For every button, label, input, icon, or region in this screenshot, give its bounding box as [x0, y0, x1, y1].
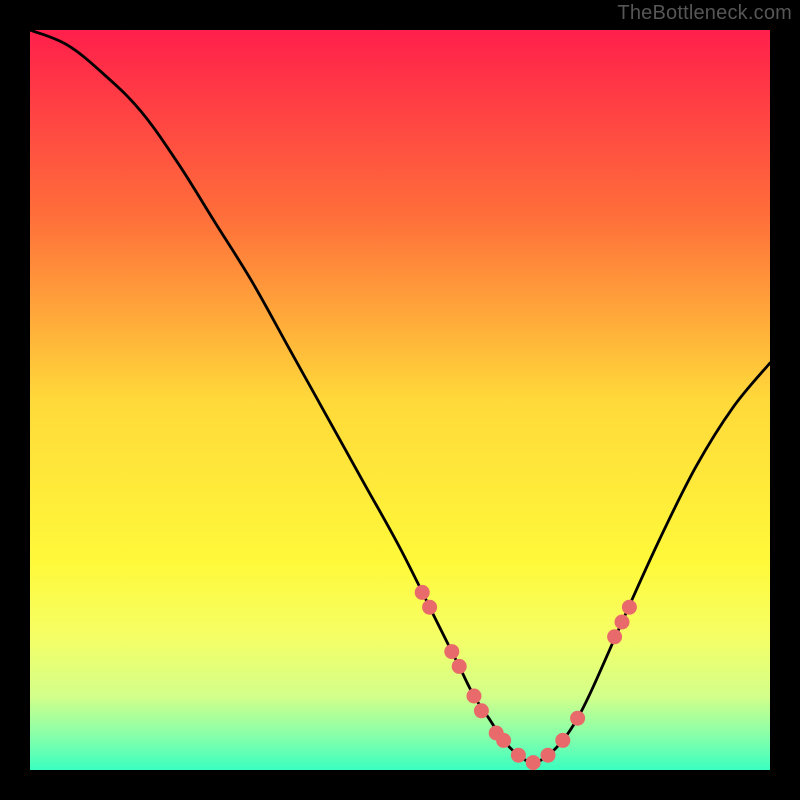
- scatter-point: [511, 748, 526, 763]
- scatter-point: [555, 733, 570, 748]
- scatter-point: [496, 733, 511, 748]
- scatter-point: [622, 600, 637, 615]
- chart-svg: [30, 30, 770, 770]
- scatter-point: [541, 748, 556, 763]
- watermark-text: TheBottleneck.com: [617, 2, 792, 25]
- scatter-point: [570, 711, 585, 726]
- scatter-point: [452, 659, 467, 674]
- scatter-point: [607, 629, 622, 644]
- chart-frame: TheBottleneck.com: [0, 0, 800, 800]
- scatter-point: [474, 703, 489, 718]
- plot-area: [30, 30, 770, 770]
- scatter-point: [467, 689, 482, 704]
- gradient-background: [30, 30, 770, 770]
- scatter-point: [615, 615, 630, 630]
- scatter-point: [444, 644, 459, 659]
- scatter-point: [526, 755, 541, 770]
- scatter-point: [415, 585, 430, 600]
- scatter-point: [422, 600, 437, 615]
